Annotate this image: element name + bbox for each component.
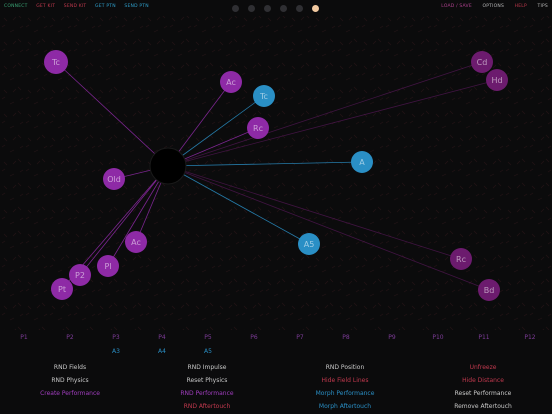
rnd-impulse-button[interactable]: RND Impulse (188, 364, 227, 371)
rnd-performance-button[interactable]: RND Performance (180, 390, 233, 397)
rnd-position-button[interactable]: RND Position (326, 364, 365, 371)
sound-node-label: Tc (259, 92, 268, 101)
perf-p6[interactable]: P6 (250, 334, 257, 341)
aftertouch-a3[interactable]: A3 (112, 348, 120, 355)
center-hub[interactable] (149, 147, 187, 185)
field-canvas[interactable]: Tc Ac Tc Rc Old A Ac Pl P2 Pt A5 CdHd Rc Bd (0, 0, 552, 330)
sound-node-3[interactable]: Tc (253, 85, 275, 107)
sound-node-12[interactable]: Cd (471, 51, 493, 73)
unfreeze-button[interactable]: Unfreeze (470, 364, 497, 371)
perf-p1[interactable]: P1 (20, 334, 27, 341)
perf-p7[interactable]: P7 (296, 334, 303, 341)
sound-node-label: Ac (226, 78, 236, 87)
sound-node-11[interactable]: A5 (298, 233, 320, 255)
sound-node-9[interactable]: P2 (69, 264, 91, 286)
sound-node-10[interactable]: Pt (51, 278, 73, 300)
sound-node-label: Old (107, 175, 121, 184)
remove-aftertouch-button[interactable]: Remove Aftertouch (454, 403, 512, 410)
sound-node-2[interactable]: Ac (220, 71, 242, 93)
sound-node-label: Pl (104, 262, 111, 271)
sound-node-label: Ac (131, 238, 141, 247)
sound-node-7[interactable]: Ac (125, 231, 147, 253)
perf-p9[interactable]: P9 (388, 334, 395, 341)
sound-node-label: Bd (484, 286, 495, 295)
sound-node-5[interactable]: Old (103, 168, 125, 190)
sound-node-label: Pt (58, 285, 66, 294)
perf-p5[interactable]: P5 (204, 334, 211, 341)
rnd-fields-button[interactable]: RND Fields (54, 364, 86, 371)
hide-field-lines-button[interactable]: Hide Field Lines (322, 377, 369, 384)
aftertouch-a5[interactable]: A5 (204, 348, 212, 355)
rnd-aftertouch-button[interactable]: RND Aftertouch (184, 403, 231, 410)
rnd-physics-button[interactable]: RND Physics (51, 377, 88, 384)
sound-node-label: A (359, 158, 365, 167)
reset-performance-button[interactable]: Reset Performance (455, 390, 512, 397)
sound-node-label: Tc (51, 58, 60, 67)
morph-aftertouch-button[interactable]: Morph Aftertouch (319, 403, 371, 410)
perf-p8[interactable]: P8 (342, 334, 349, 341)
aftertouch-a4[interactable]: A4 (158, 348, 166, 355)
perf-p12[interactable]: P12 (524, 334, 535, 341)
morph-performance-button[interactable]: Morph Performance (316, 390, 375, 397)
sound-node-14[interactable]: Rc (450, 248, 472, 270)
hide-distance-button[interactable]: Hide Distance (462, 377, 504, 384)
sound-node-1[interactable]: Tc (44, 50, 68, 74)
perf-p4[interactable]: P4 (158, 334, 165, 341)
sound-node-label: Cd (477, 58, 488, 67)
sound-node-13[interactable]: Hd (486, 69, 508, 91)
sound-node-15[interactable]: Bd (478, 279, 500, 301)
sound-node-label: Rc (253, 124, 263, 133)
sound-node-label: Rc (456, 255, 466, 264)
perf-p11[interactable]: P11 (478, 334, 489, 341)
aftertouch-row: A3 A4 A5 (0, 348, 552, 358)
sound-node-8[interactable]: Pl (97, 255, 119, 277)
performance-row: P1 P2 P3 P4 P5 P6 P7 P8 P9 P10 P11 P12 (0, 334, 552, 346)
reset-physics-button[interactable]: Reset Physics (187, 377, 228, 384)
perf-p10[interactable]: P10 (432, 334, 443, 341)
perf-p3[interactable]: P3 (112, 334, 119, 341)
create-performance-button[interactable]: Create Performance (40, 390, 100, 397)
sound-node-4[interactable]: Rc (247, 117, 269, 139)
perf-p2[interactable]: P2 (66, 334, 73, 341)
sound-node-label: Hd (491, 76, 502, 85)
sound-node-label: A5 (304, 240, 315, 249)
sound-node-label: P2 (75, 271, 85, 280)
sound-node-6[interactable]: A (351, 151, 373, 173)
